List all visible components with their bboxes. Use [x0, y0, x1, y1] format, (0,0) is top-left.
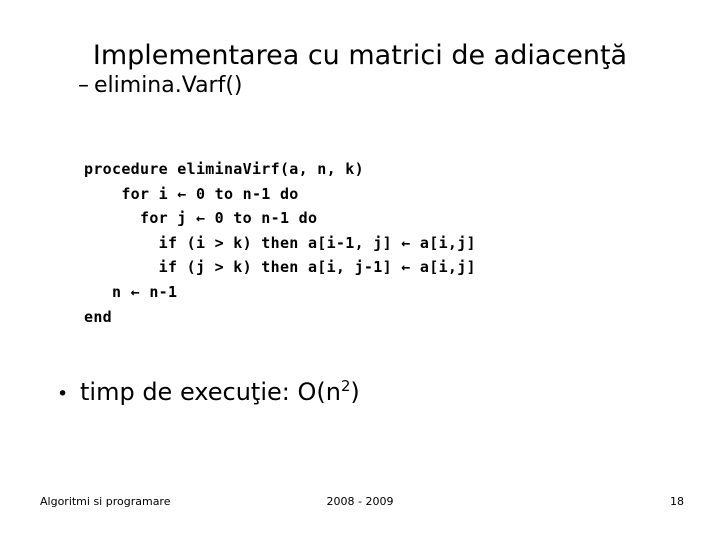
slide-footer: Algoritmi si programare 2008 - 2009 18 [0, 494, 720, 514]
complexity-text-before: timp de execuţie: O(n [80, 378, 341, 406]
footer-page-number: 18 [670, 495, 684, 508]
sub-bullet-label: elimina.Varf() [94, 73, 243, 98]
code-line: for j ← 0 to n-1 do [84, 209, 318, 228]
dash-bullet-marker: – [78, 73, 89, 98]
code-line: for i ← 0 to n-1 do [84, 184, 299, 203]
complexity-bullet-item: • timp de execuţie: O(n2) [57, 377, 360, 409]
code-line: end [84, 307, 112, 326]
complexity-text-after: ) [350, 378, 360, 406]
sub-bullet-item: – elimina.Varf() [78, 72, 243, 100]
code-line: procedure eliminaVirf(a, n, k) [84, 160, 364, 178]
complexity-exponent: 2 [340, 377, 351, 395]
pseudocode-block: procedure eliminaVirf(a, n, k) for i ← 0… [84, 157, 684, 329]
complexity-bullet-label: timp de execuţie: O(n2) [80, 377, 360, 407]
presentation-slide: Implementarea cu matrici de adiacenţă – … [0, 0, 720, 540]
code-line: if (i > k) then a[i-1, j] ← a[i,j] [84, 233, 476, 252]
code-line: n ← n-1 [84, 282, 178, 301]
footer-academic-year: 2008 - 2009 [326, 495, 394, 508]
code-line: if (j > k) then a[i, j-1] ← a[i,j] [84, 258, 476, 277]
round-bullet-marker: • [57, 383, 69, 405]
page-title: Implementarea cu matrici de adiacenţă [92, 40, 628, 72]
